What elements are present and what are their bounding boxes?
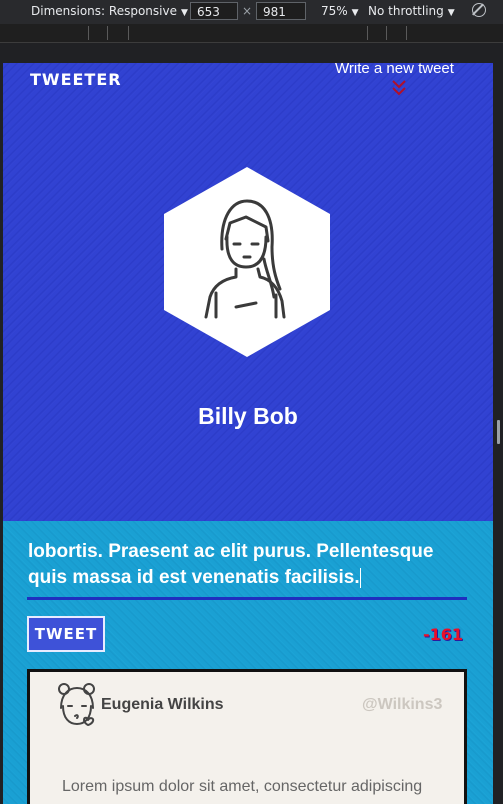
tweet-user-handle[interactable]: @Wilkins3 [362, 696, 442, 714]
throttling-dropdown[interactable]: No throttling ▼ [368, 4, 455, 18]
profile-header: TWEETER Write a new tweet Billy Bob [3, 63, 493, 521]
dimensions-dropdown[interactable]: Dimensions: Responsive ▼ [31, 4, 188, 18]
compose-section: lobortis. Praesent ac elit purus. Pellen… [3, 521, 493, 804]
double-chevron-down-icon[interactable] [391, 79, 407, 97]
tweet-body: Lorem ipsum dolor sit amet, consectetur … [62, 778, 423, 795]
profile-name: Billy Bob [198, 403, 298, 429]
devtools-toolbar: Dimensions: Responsive ▼ 653 × 981 75% ▼ N… [0, 0, 503, 24]
tweet-card: Eugenia Wilkins @Wilkins3 Lorem ipsum do… [27, 669, 467, 804]
write-tweet-link[interactable]: Write a new tweet [335, 63, 454, 77]
ruler-mark [107, 26, 108, 40]
girl-kissing-avatar-icon [58, 683, 95, 726]
resize-handle[interactable] [497, 420, 500, 444]
zoom-dropdown[interactable]: 75% ▼ [321, 4, 359, 18]
ruler-mark [386, 26, 387, 40]
tweet-user-name[interactable]: Eugenia Wilkins [101, 696, 224, 714]
dimensions-label: Dimensions: Responsive [31, 4, 177, 18]
site-logo[interactable]: TWEETER [30, 70, 122, 89]
width-input[interactable]: 653 [190, 2, 238, 20]
ruler-mark [128, 26, 129, 40]
zoom-caret-icon: ▼ [351, 8, 359, 18]
height-input[interactable]: 981 [256, 2, 306, 20]
media-query-ruler[interactable] [0, 24, 503, 43]
textarea-underline [27, 597, 467, 600]
page-viewport: TWEETER Write a new tweet Billy Bob lobo… [3, 63, 493, 804]
dimensions-caret-icon: ▼ [180, 8, 188, 18]
ruler-mark [367, 26, 368, 40]
tweet-text-line-1: lobortis. Praesent ac elit purus. Pellen… [28, 541, 434, 562]
profile-avatar-hexagon [164, 167, 330, 357]
zoom-label: 75% [321, 4, 348, 18]
tweet-textarea[interactable]: lobortis. Praesent ac elit purus. Pellen… [28, 539, 468, 591]
ruler-mark [88, 26, 89, 40]
throttling-caret-icon: ▼ [447, 8, 455, 18]
times-sign: × [242, 4, 253, 18]
text-cursor [359, 567, 361, 588]
throttling-label: No throttling [368, 4, 444, 18]
ruler-mark [406, 26, 407, 40]
character-counter: -161 [423, 625, 464, 644]
tweet-button[interactable]: TWEET [27, 616, 105, 652]
tweet-text-line-2: quis massa id est venenatis facilisis. [28, 567, 360, 588]
rotate-icon[interactable] [472, 3, 486, 17]
